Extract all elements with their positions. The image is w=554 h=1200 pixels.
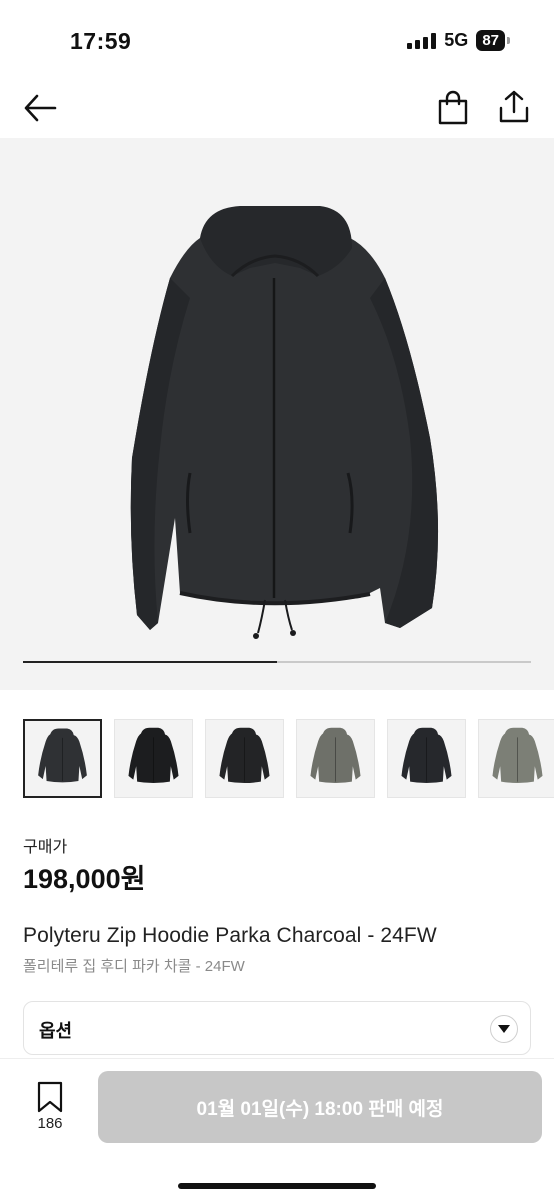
product-image-gallery[interactable]: [0, 138, 554, 690]
bookmark-button[interactable]: 186: [22, 1077, 78, 1137]
back-button[interactable]: [22, 90, 58, 126]
sale-scheduled-button[interactable]: 01월 01일(수) 18:00 판매 예정: [98, 1071, 542, 1143]
battery-icon: 87: [476, 30, 510, 51]
thumbnail-parka-black[interactable]: [205, 719, 284, 798]
shopping-bag-button[interactable]: [436, 90, 470, 126]
thumbnail-hoodie-black[interactable]: [114, 719, 193, 798]
thumbnail-parka-sage[interactable]: [478, 719, 554, 798]
thumbnail-image: [492, 727, 543, 784]
price: 198,000원: [23, 864, 146, 894]
shopping-bag-icon: [438, 90, 468, 125]
thumbnail-image: [219, 727, 270, 784]
bookmark-count: 186: [37, 1115, 63, 1132]
option-label: 옵션: [39, 1021, 73, 1041]
thumbnail-image: [38, 728, 87, 783]
network-label: 5G: [444, 30, 469, 50]
bookmark-icon: [37, 1081, 63, 1113]
option-selector[interactable]: 옵션: [23, 1001, 531, 1055]
nav-bar: [0, 80, 554, 136]
share-button[interactable]: [496, 88, 532, 126]
signal-icon: [407, 32, 437, 49]
product-title: Polyteru Zip Hoodie Parka Charcoal - 24F…: [23, 924, 437, 947]
hoodie-parka-image: [130, 206, 439, 639]
chevron-down-icon[interactable]: [490, 1015, 518, 1043]
arrow-left-icon: [24, 94, 57, 122]
thumbnail-image: [310, 727, 361, 784]
thumbnail-strip: [23, 719, 554, 799]
thumbnail-image: [128, 727, 179, 784]
status-time: 17:59: [70, 28, 132, 54]
battery-level: 87: [476, 30, 505, 51]
thumbnail-image: [401, 727, 452, 784]
thumbnail-parka-navy[interactable]: [387, 719, 466, 798]
gallery-progress-fill: [23, 661, 277, 663]
thumbnail-parka-olive[interactable]: [296, 719, 375, 798]
bottom-action-bar: 186 01월 01일(수) 18:00 판매 예정: [0, 1058, 554, 1200]
product-title-ko: 폴리테루 집 후디 파카 차콜 - 24FW: [23, 958, 245, 975]
thumbnail-parka-charcoal[interactable]: [23, 719, 102, 798]
status-bar: 17:59 5G 87: [0, 0, 554, 80]
share-icon: [499, 90, 529, 123]
status-indicators: 5G 87: [407, 30, 510, 51]
home-indicator: [178, 1183, 376, 1189]
gallery-progress: [23, 661, 531, 663]
price-label: 구매가: [23, 839, 68, 856]
